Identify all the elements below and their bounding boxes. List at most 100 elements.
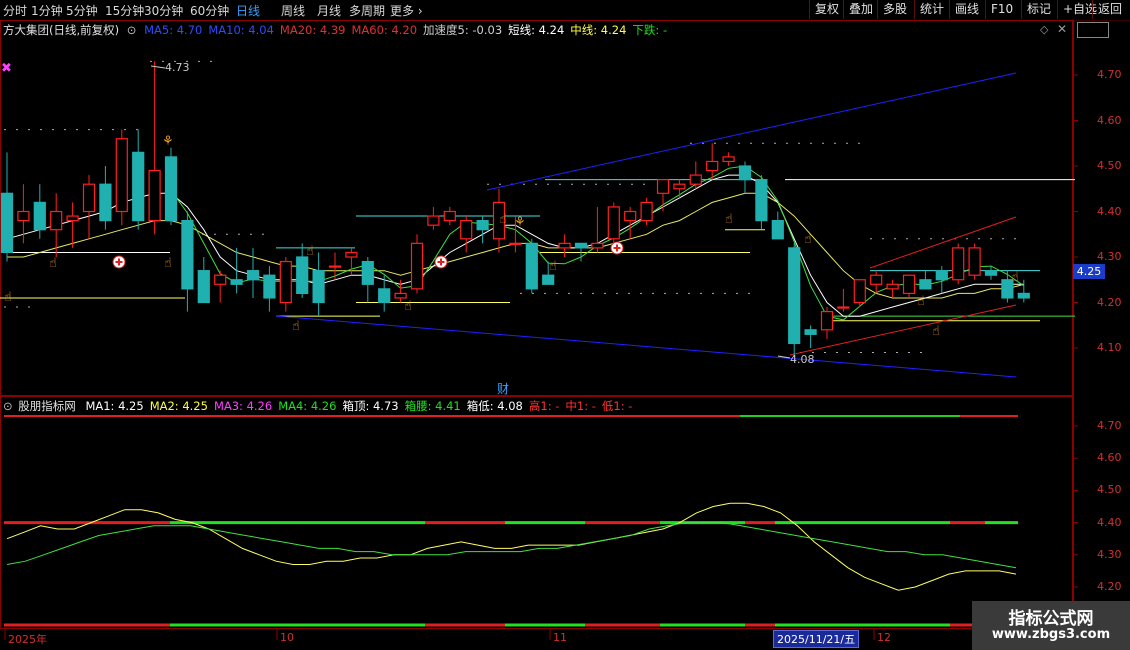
watermark-url: www.zbgs3.com xyxy=(991,627,1111,642)
timeframe-tab-3[interactable]: 15分钟 xyxy=(105,2,144,19)
high-price-label: 4.73 xyxy=(165,61,190,74)
timeframe-tab-4[interactable]: 30分钟 xyxy=(144,2,183,19)
x-axis-label-1: 10 xyxy=(280,631,294,644)
candle-body-48 xyxy=(788,247,801,345)
candle-body-41 xyxy=(673,183,686,190)
upper-trend-line xyxy=(486,72,1017,191)
toolbar-button-3[interactable]: 统计 xyxy=(914,0,949,19)
timeframe-tab-5[interactable]: 60分钟 xyxy=(190,2,229,19)
timeframe-tab-1[interactable]: 1分钟 xyxy=(31,2,63,19)
timeframe-tab-10[interactable]: 更多 › xyxy=(390,2,423,19)
candle-body-58 xyxy=(952,247,965,281)
candle-body-47 xyxy=(771,220,784,240)
main-axis-tick-5: 4.20 xyxy=(1097,295,1122,309)
candle-body-57 xyxy=(935,270,948,281)
candle-body-34 xyxy=(558,242,571,249)
candle-body-5 xyxy=(82,183,96,213)
main-axis-tick-3: 4.40 xyxy=(1097,204,1122,218)
candle-body-21 xyxy=(345,251,358,258)
sub-axis-tick-0: 4.70 xyxy=(1097,419,1122,432)
candle-body-50 xyxy=(820,311,834,331)
candle-body-27 xyxy=(443,210,456,222)
main-panel-border xyxy=(0,20,1073,396)
candle-body-54 xyxy=(886,283,899,290)
cursor-date-label: 2025/11/21/五 xyxy=(773,630,860,648)
main-axis-tick-2: 4.50 xyxy=(1097,159,1122,172)
candle-body-11 xyxy=(181,220,194,290)
sub-yellow-line xyxy=(6,502,1017,591)
candle-body-40 xyxy=(656,179,670,194)
candle-body-32 xyxy=(525,242,538,290)
main-axis-tick-0: 4.70 xyxy=(1097,68,1122,81)
toolbar-button-0[interactable]: 复权 xyxy=(809,0,844,19)
candle-body-31 xyxy=(509,242,522,245)
candle-body-0 xyxy=(0,192,14,254)
hand-signal-icon-9: ☝ xyxy=(725,212,733,227)
candle-body-35 xyxy=(574,242,588,249)
candle-body-26 xyxy=(427,215,440,226)
toolbar-button-1[interactable]: 叠加 xyxy=(843,0,878,19)
toolbar-button-4[interactable]: 画线 xyxy=(949,0,984,19)
candle-body-15 xyxy=(246,270,260,281)
candle-body-55 xyxy=(902,274,916,295)
candle-body-52 xyxy=(853,279,866,304)
toolbar-button-6[interactable]: 标记 xyxy=(1021,0,1056,19)
watermark-title: 指标公式网 xyxy=(1008,609,1094,629)
candle-body-46 xyxy=(755,179,768,222)
timeframe-tab-0[interactable]: 分时 xyxy=(3,2,27,19)
current-price-tag: 4.25 xyxy=(1073,264,1105,279)
candle-body-43 xyxy=(706,160,719,172)
timeframe-tab-6[interactable]: 日线 xyxy=(236,2,260,19)
candle-body-29 xyxy=(476,220,489,231)
candle-body-49 xyxy=(804,329,817,335)
candle-body-25 xyxy=(410,242,424,290)
timeframe-tab-9[interactable]: 多周期 xyxy=(349,2,385,19)
candle-body-28 xyxy=(460,220,473,240)
site-watermark: 指标公式网 www.zbgs3.com xyxy=(972,601,1130,650)
hand-signal-icon-1: ☝ xyxy=(49,256,57,271)
hand-signal-icon-4: ☝ xyxy=(306,244,314,259)
timeframe-tab-7[interactable]: 周线 xyxy=(281,2,305,19)
sub-axis-tick-2: 4.50 xyxy=(1097,483,1122,497)
hand-signal-icon-10: ☝ xyxy=(804,232,812,247)
hand-signal-icon-8: ☝ xyxy=(549,259,557,274)
channel-upper-line xyxy=(869,216,1017,269)
kline-chart[interactable]: ☝☝☝☝☝☝☝☝☝☝☝☝☝☝⚘⚘✖ xyxy=(0,0,1130,650)
main-axis-tick-1: 4.60 xyxy=(1097,113,1122,127)
main-axis-tick-4: 4.30 xyxy=(1097,250,1122,263)
finance-event-marker[interactable]: 财 xyxy=(497,380,509,397)
toolbar-button-2[interactable]: 多股 xyxy=(877,0,912,19)
candle-body-37 xyxy=(607,206,620,240)
toolbar-button-8[interactable]: 返回 xyxy=(1092,0,1127,19)
candle-body-6 xyxy=(99,183,112,222)
toolbar-button-5[interactable]: F10 xyxy=(985,0,1018,19)
candle-body-4 xyxy=(66,215,79,222)
hand-signal-icon-7: ☝ xyxy=(499,212,507,227)
candle-body-60 xyxy=(984,270,998,276)
candle-body-9 xyxy=(148,169,161,222)
timeframe-tab-2[interactable]: 5分钟 xyxy=(66,2,98,19)
hand-signal-icon-13: ☝ xyxy=(1011,270,1019,285)
candle-body-1 xyxy=(17,210,30,222)
candle-body-42 xyxy=(689,174,702,185)
sub-axis-tick-5: 4.20 xyxy=(1097,580,1122,593)
candle-body-17 xyxy=(279,260,292,304)
hand-signal-icon-11: ☝ xyxy=(917,294,925,309)
candle-body-38 xyxy=(624,210,637,222)
pink-marker-icon: ✖ xyxy=(1,61,12,76)
sub-panel-border xyxy=(0,396,1073,629)
candle-body-13 xyxy=(214,274,227,285)
candle-body-44 xyxy=(722,156,735,163)
low-price-label: 4.08 xyxy=(790,353,815,366)
candle-body-22 xyxy=(361,260,374,285)
high-arrow-line xyxy=(150,65,166,69)
candle-body-12 xyxy=(197,270,210,304)
hand-signal-icon-12: ☝ xyxy=(932,324,940,339)
candle-body-59 xyxy=(968,247,981,276)
timeframe-tab-8[interactable]: 月线 xyxy=(317,2,341,19)
candle-body-53 xyxy=(870,274,883,285)
hand-signal-icon-2: ☝ xyxy=(164,256,172,271)
candle-body-33 xyxy=(542,274,555,285)
candle-body-2 xyxy=(33,201,46,231)
hand-signal-icon-0: ☝ xyxy=(4,290,12,305)
